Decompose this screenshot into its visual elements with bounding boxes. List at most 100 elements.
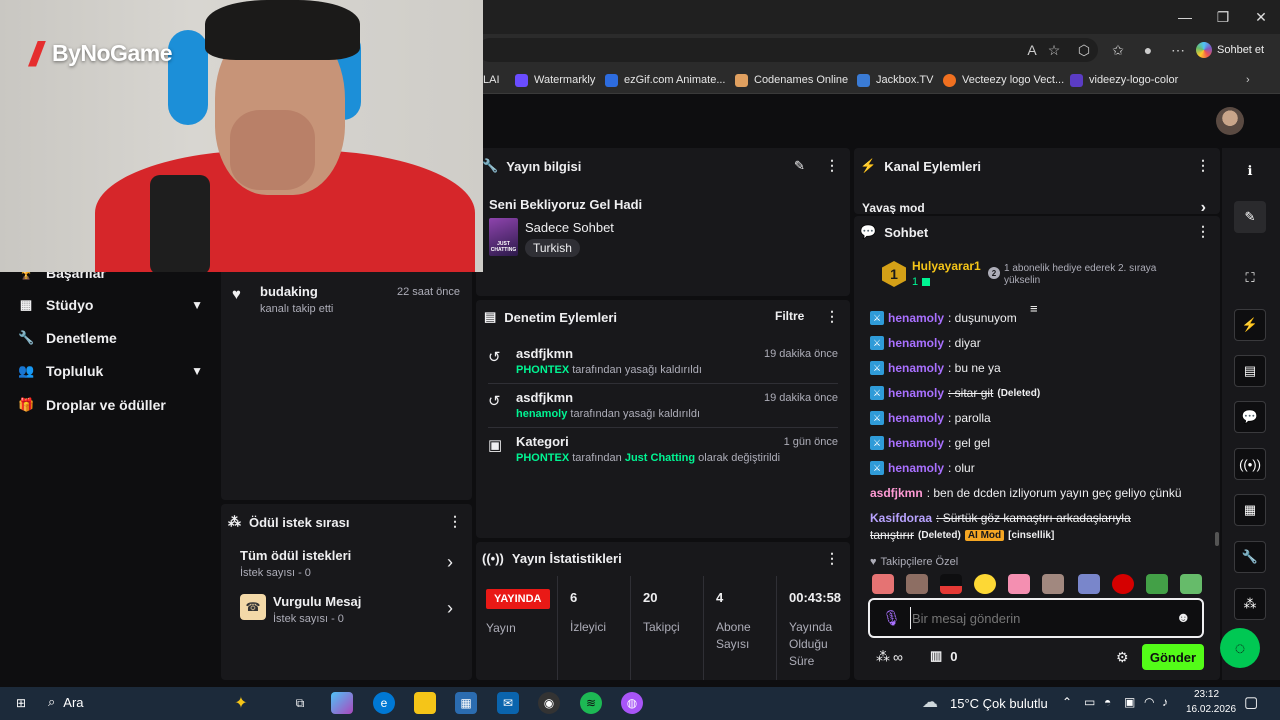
support-chat-icon[interactable]: ◌ (1220, 628, 1260, 668)
tray-chevron-icon[interactable]: ⌃ (1062, 695, 1072, 709)
nav-item-studio[interactable]: ▦ Stüdyo ▼ (18, 294, 203, 316)
maximize-button[interactable]: ❐ (1204, 0, 1242, 34)
spotify-icon[interactable]: ≋ (580, 692, 602, 714)
bookmark-item[interactable]: Codenames Online (735, 70, 848, 90)
moderation-item[interactable]: ▣ Kategori PHONTEX tarafından Just Chatt… (488, 434, 838, 468)
bookmark-item[interactable]: LAI (483, 70, 500, 90)
stream-stats-menu-icon[interactable]: ⋮ (825, 550, 839, 567)
copilot-app-icon[interactable] (331, 692, 353, 714)
bookmark-item[interactable]: ezGif.com Animate... (605, 70, 725, 90)
screen-capture-icon[interactable]: ⛶ (1234, 262, 1266, 294)
chat-scrollbar[interactable] (1215, 532, 1219, 546)
emote[interactable] (1180, 574, 1202, 594)
leaderboard-user[interactable]: Hulyayarar1 (912, 259, 981, 273)
tray-app-icon[interactable]: ▣ (1124, 695, 1135, 709)
document-icon[interactable]: ▤ (1234, 355, 1266, 387)
outlook-icon[interactable]: ✉ (497, 692, 519, 714)
minimize-button[interactable]: — (1166, 0, 1204, 34)
chat-input[interactable] (912, 608, 1162, 628)
category-name[interactable]: Sadece Sohbet (525, 220, 614, 235)
chat-message[interactable]: ⚔ henamoly: sitar git (Deleted) (870, 386, 1210, 400)
bookmark-item[interactable]: Watermarkly (515, 70, 595, 90)
emote[interactable] (974, 574, 996, 594)
bookmark-item[interactable]: Jackbox.TV (857, 70, 933, 90)
edge-icon[interactable]: e (373, 692, 395, 714)
chat-message[interactable]: ⚔ henamoly: gel gel (870, 436, 1210, 450)
file-explorer-icon[interactable] (414, 692, 436, 714)
reward-queue-menu-icon[interactable]: ⋮ (448, 513, 462, 530)
sparkle-icon[interactable]: ✦ (230, 692, 252, 714)
more-icon[interactable]: ⋯ (1168, 40, 1188, 60)
highlighted-message-requests[interactable]: ☎ Vurgulu Mesaj İstek sayısı - 0 › (240, 594, 455, 628)
all-reward-requests[interactable]: Tüm ödül istekleri İstek sayısı - 0 › (240, 548, 455, 582)
lightning-icon[interactable]: ⚡ (1234, 309, 1266, 341)
chat-menu-icon[interactable]: ⋮ (1196, 223, 1210, 240)
emote[interactable] (1112, 574, 1134, 594)
emoji-icon[interactable]: ☻ (1176, 609, 1191, 625)
bookmark-item[interactable]: videezy-logo-color (1070, 70, 1178, 90)
copilot-button[interactable]: Sohbet et (1196, 38, 1276, 62)
read-aloud-icon[interactable]: A (1022, 40, 1042, 60)
channel-actions-menu-icon[interactable]: ⋮ (1196, 157, 1210, 174)
language-tag[interactable]: Turkish (525, 239, 580, 257)
chat-message[interactable]: ⚔ henamoly: duşunuyom (870, 311, 1210, 325)
stream-info-menu-icon[interactable]: ⋮ (825, 157, 839, 174)
taskbar-search[interactable]: ⌕ Ara (48, 694, 84, 710)
points-icon[interactable]: ⁂ (1234, 588, 1266, 620)
emote[interactable] (1146, 574, 1168, 594)
obs-icon[interactable]: ◉ (538, 692, 560, 714)
app-icon[interactable]: ◍ (621, 692, 643, 714)
chat-settings-icon[interactable]: ⚙ (1116, 649, 1129, 666)
emote[interactable] (1042, 574, 1064, 594)
chat-message[interactable]: ⚔ henamoly: diyar (870, 336, 1210, 350)
chat-message[interactable]: Kasifdoraa: Sürtük göz kamaştırı arkadaş… (870, 511, 1210, 525)
windows-start-icon[interactable]: ⊞ (10, 692, 32, 714)
wrench-icon[interactable]: 🔧 (1234, 541, 1266, 573)
extensions-icon[interactable]: ⬡ (1074, 40, 1094, 60)
bits-counter[interactable]: ▥ 0 (930, 648, 958, 664)
edit-icon[interactable]: ✎ (1234, 201, 1266, 233)
layout-icon[interactable]: ▦ (1234, 494, 1266, 526)
moderation-item[interactable]: ↺ asdfjkmn henamoly tarafından yasağı ka… (488, 390, 838, 424)
nav-item-community[interactable]: 👥 Topluluk ▼ (18, 360, 203, 382)
notification-icon[interactable]: ▢ (1244, 693, 1258, 711)
microphone-icon[interactable]: 🎙 (882, 609, 901, 627)
user-avatar[interactable] (1216, 107, 1244, 135)
bookmarks-overflow-icon[interactable]: › (1246, 70, 1250, 90)
moderation-menu-icon[interactable]: ⋮ (825, 308, 839, 325)
chat-message[interactable]: ⚔ henamoly: bu ne ya (870, 361, 1210, 375)
bookmark-item[interactable]: Vecteezy logo Vect... (943, 70, 1064, 90)
tray-app-icon[interactable]: ◓ (1104, 695, 1111, 709)
broadcast-icon[interactable]: ((•)) (1234, 448, 1266, 480)
activity-item[interactable]: ♥ budaking kanalı takip etti 22 saat önc… (232, 284, 462, 315)
emote[interactable] (1078, 574, 1100, 594)
url-field[interactable] (478, 38, 1098, 62)
store-icon[interactable]: ▦ (455, 692, 477, 714)
emote[interactable] (1008, 574, 1030, 594)
star-icon[interactable]: ☆ (1044, 40, 1064, 60)
moderation-item[interactable]: ↺ asdfjkmn PHONTEX tarafından yasağı kal… (488, 346, 838, 380)
emote[interactable] (872, 574, 894, 594)
channel-points[interactable]: ⁂ ∞ (876, 648, 903, 665)
chat-message[interactable]: ⚔ henamoly: olur (870, 461, 1210, 475)
edit-icon[interactable]: ✎ (794, 158, 805, 174)
chat-message[interactable]: ⚔ henamoly: parolla (870, 411, 1210, 425)
info-icon[interactable]: ℹ (1234, 155, 1266, 187)
filter-button[interactable]: Filtre (775, 309, 804, 323)
wifi-icon[interactable]: ◠ (1144, 695, 1154, 709)
battery-icon[interactable]: ▭ (1084, 695, 1095, 709)
nav-item-drops[interactable]: 🎁 Droplar ve ödüller (18, 394, 203, 416)
nav-item-moderation[interactable]: 🔧 Denetleme (18, 327, 203, 349)
volume-icon[interactable]: ♪ (1162, 695, 1168, 709)
profile-icon[interactable]: ● (1138, 40, 1158, 60)
clock-date[interactable]: 16.02.2026 (1186, 704, 1236, 715)
chat-message[interactable]: asdfjkmn: ben de dcden izliyorum yayın g… (870, 486, 1210, 500)
emote[interactable] (940, 574, 962, 594)
send-button[interactable]: Gönder (1142, 644, 1204, 670)
weather-text[interactable]: 15°C Çok bulutlu (950, 696, 1048, 711)
favorites-icon[interactable]: ✩ (1108, 40, 1128, 60)
category-thumbnail[interactable]: JUST CHATTING (489, 218, 518, 256)
close-window-button[interactable]: ✕ (1242, 0, 1280, 34)
emote[interactable] (906, 574, 928, 594)
chat-icon[interactable]: 💬 (1234, 401, 1266, 433)
